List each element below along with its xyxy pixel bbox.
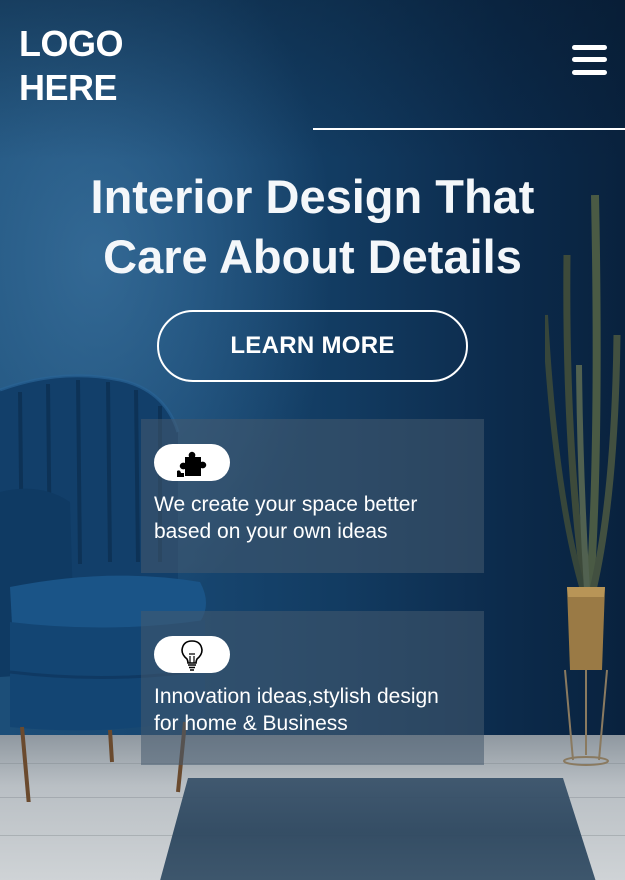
logo-line-1: LOGO bbox=[19, 23, 124, 64]
background-rug bbox=[158, 778, 598, 880]
hero-title-line-2: Care About Details bbox=[103, 230, 522, 283]
feature-icon-pill bbox=[154, 444, 230, 481]
feature-text-line-2: for home & Business bbox=[154, 712, 348, 735]
logo[interactable]: LOGO HERE bbox=[19, 22, 124, 110]
hero-title-line-1: Interior Design That bbox=[90, 170, 535, 223]
feature-card: Innovation ideas,stylish design for home… bbox=[141, 611, 484, 765]
feature-card: We create your space better based on you… bbox=[141, 419, 484, 573]
logo-line-2: HERE bbox=[19, 67, 118, 108]
header-divider bbox=[313, 128, 625, 130]
feature-text: Innovation ideas,stylish design for home… bbox=[154, 683, 472, 737]
feature-icon-pill bbox=[154, 636, 230, 673]
hero-title: Interior Design That Care About Details bbox=[0, 167, 625, 287]
feature-text-line-1: Innovation ideas,stylish design bbox=[154, 685, 439, 708]
hamburger-menu-icon[interactable] bbox=[572, 44, 608, 76]
feature-text: We create your space better based on you… bbox=[154, 491, 472, 545]
puzzle-icon bbox=[177, 451, 207, 477]
feature-text-line-2: based on your own ideas bbox=[154, 520, 388, 543]
feature-text-line-1: We create your space better bbox=[154, 493, 418, 516]
learn-more-button[interactable]: LEARN MORE bbox=[157, 310, 468, 382]
lightbulb-icon bbox=[181, 639, 203, 671]
